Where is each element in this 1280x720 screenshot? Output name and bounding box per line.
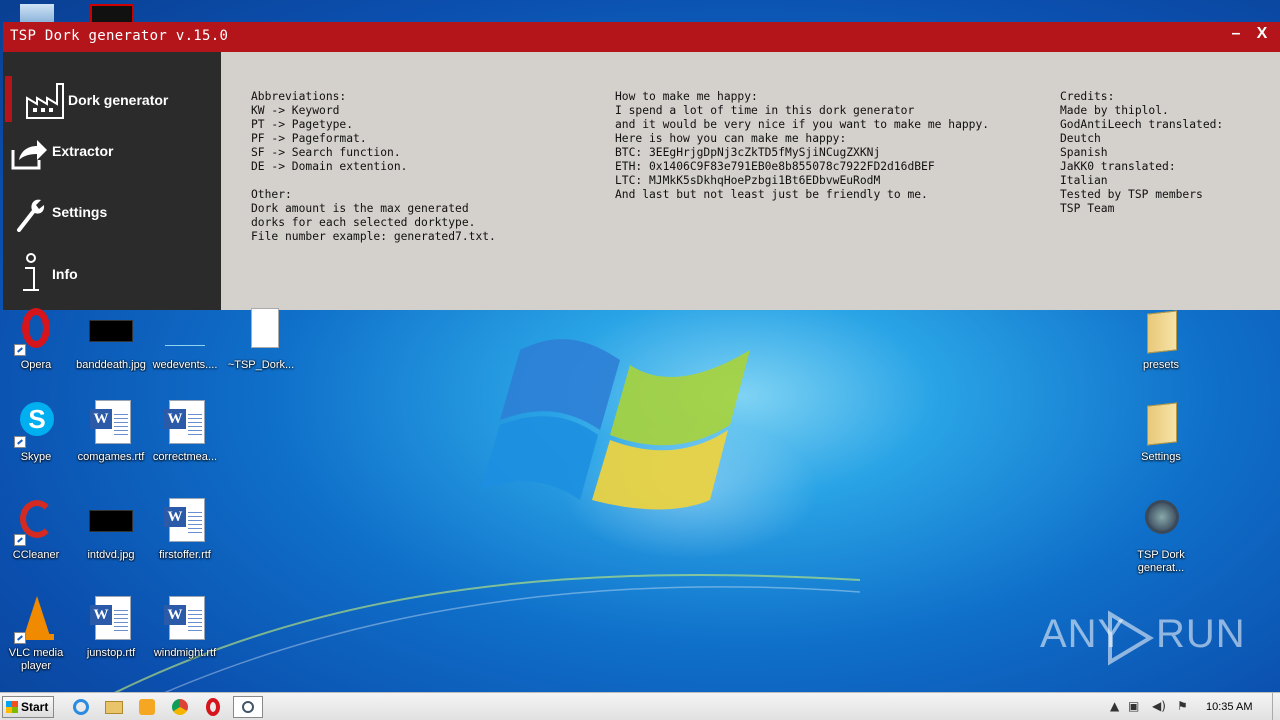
sidebar: Dork generator Extractor Settings Info (3, 52, 221, 310)
desktop-icon-vlc[interactable]: VLC media player (0, 596, 73, 673)
close-button[interactable]: X (1251, 25, 1273, 43)
action-center-icon[interactable]: ▣ (1128, 699, 1139, 713)
network-flag-icon[interactable]: ⚑ (1177, 699, 1188, 713)
folder-icon (1137, 308, 1185, 356)
image-file-icon (87, 498, 135, 546)
windows-flag-icon (6, 701, 18, 713)
desktop-icon-correctmea[interactable]: W correctmea... (148, 400, 222, 464)
desktop-icon-settings[interactable]: Settings (1124, 400, 1198, 464)
sidebar-item-info[interactable]: Info (3, 246, 221, 302)
desktop-icon-wedevents[interactable]: wedevents.... (148, 308, 222, 372)
sidebar-item-label: Dork generator (68, 92, 169, 108)
export-icon (11, 140, 47, 170)
shortcut-arrow-icon (14, 436, 26, 448)
desktop-icon-label: Opera (20, 359, 52, 371)
word-document-icon: W (161, 498, 209, 546)
desktop-icon-label: banddeath.jpg (76, 359, 146, 371)
desktop-icon-label: TSP Dork generat... (1137, 549, 1185, 574)
desktop-icon-label: CCleaner (12, 549, 60, 561)
desktop-icon-label: Skype (20, 451, 52, 463)
desktop-icon-label: intdvd.jpg (87, 549, 135, 561)
word-document-icon: W (161, 400, 209, 448)
desktop-icon-label: VLC media player (8, 647, 64, 672)
start-label: Start (21, 700, 49, 714)
word-document-icon: W (161, 596, 209, 644)
taskbar-opera-icon[interactable] (202, 696, 224, 718)
sidebar-item-label: Settings (52, 204, 108, 220)
taskbar-ie-icon[interactable] (70, 696, 92, 718)
ccleaner-icon (12, 498, 60, 546)
volume-icon[interactable]: ◀) (1152, 699, 1166, 713)
taskbar-chrome-icon[interactable] (169, 696, 191, 718)
desktop-icon-opera[interactable]: Opera (0, 308, 73, 372)
wrench-icon (17, 199, 45, 232)
show-desktop-button[interactable] (1272, 693, 1280, 720)
shortcut-arrow-icon (14, 534, 26, 546)
desktop-icon-label: comgames.rtf (77, 451, 145, 463)
donation-text: How to make me happy: I spend a lot of t… (615, 90, 990, 201)
tsp-logo-icon (1137, 498, 1185, 546)
vlc-cone-icon (12, 596, 60, 644)
factory-icon (26, 83, 64, 119)
word-document-icon: W (87, 596, 135, 644)
sidebar-item-label: Info (52, 266, 78, 282)
info-icon (23, 253, 39, 291)
taskbar-explorer-icon[interactable] (103, 696, 125, 718)
windows-logo-wallpaper (480, 339, 750, 510)
desktop-icon-label: correctmea... (152, 451, 218, 463)
desktop-icon-windmight[interactable]: W windmight.rtf (148, 596, 222, 660)
word-document-icon: W (87, 400, 135, 448)
desktop-icon-label: junstop.rtf (86, 647, 136, 659)
taskbar-media-player-icon[interactable] (136, 696, 158, 718)
desktop-icon-ccleaner[interactable]: CCleaner (0, 498, 73, 562)
image-file-icon (161, 308, 209, 356)
skype-icon: S (12, 400, 60, 448)
shortcut-arrow-icon (14, 632, 26, 644)
window-title: TSP Dork generator v.15.0 (10, 28, 229, 44)
watermark-run-text: RUN (1156, 612, 1246, 656)
shortcut-arrow-icon (14, 344, 26, 356)
desktop-icon-label: windmight.rtf (153, 647, 217, 659)
image-file-icon (87, 308, 135, 356)
credits-text: Credits: Made by thiplol. GodAntiLeech t… (1060, 90, 1224, 215)
desktop-icon-label: firstoffer.rtf (159, 549, 211, 561)
title-bar[interactable]: TSP Dork generator v.15.0 – X (3, 22, 1280, 52)
desktop-icon-firstoffer[interactable]: W firstoffer.rtf (148, 498, 222, 562)
desktop-icon-label: presets (1142, 359, 1180, 371)
desktop-icon-banddeath[interactable]: banddeath.jpg (74, 308, 148, 372)
desktop-icon-label: ~TSP_Dork... (227, 359, 295, 371)
desktop-icon-skype[interactable]: S Skype (0, 400, 73, 464)
desktop-icon-label: Settings (1141, 451, 1181, 463)
desktop-icon-tsp-dork-generator[interactable]: TSP Dork generat... (1124, 498, 1198, 575)
taskbar: Start ▲ ▣ ◀) ⚑ 10:35 AM (0, 692, 1280, 720)
taskbar-tsp-dork-icon[interactable] (233, 696, 263, 718)
abbreviations-text: Abbreviations: KW -> Keyword PT -> Paget… (251, 90, 496, 243)
play-triangle-icon (1108, 610, 1154, 666)
show-hidden-icons-button[interactable]: ▲ (1110, 699, 1119, 713)
taskbar-clock[interactable]: 10:35 AM (1206, 701, 1252, 713)
active-indicator (5, 76, 12, 122)
desktop-icon-comgames[interactable]: W comgames.rtf (74, 400, 148, 464)
dork-generator-window: TSP Dork generator v.15.0 – X Dork gener… (3, 22, 1280, 310)
sidebar-item-label: Extractor (52, 143, 114, 159)
desktop-icon-presets[interactable]: presets (1124, 308, 1198, 372)
desktop-icon-label: wedevents.... (152, 359, 218, 371)
minimize-button[interactable]: – (1225, 25, 1247, 43)
info-content: Abbreviations: KW -> Keyword PT -> Paget… (221, 52, 1280, 310)
opera-icon (12, 308, 60, 356)
blank-file-icon (237, 308, 285, 356)
desktop-icon-tsp-dork-temp[interactable]: ~TSP_Dork... (224, 308, 298, 372)
desktop-icon-junstop[interactable]: W junstop.rtf (74, 596, 148, 660)
sidebar-item-dork-generator[interactable]: Dork generator (3, 62, 221, 122)
folder-icon (1137, 400, 1185, 448)
start-button[interactable]: Start (2, 696, 54, 718)
sidebar-item-settings[interactable]: Settings (3, 186, 221, 242)
desktop-icon-intdvd[interactable]: intdvd.jpg (74, 498, 148, 562)
sidebar-item-extractor[interactable]: Extractor (3, 126, 221, 182)
